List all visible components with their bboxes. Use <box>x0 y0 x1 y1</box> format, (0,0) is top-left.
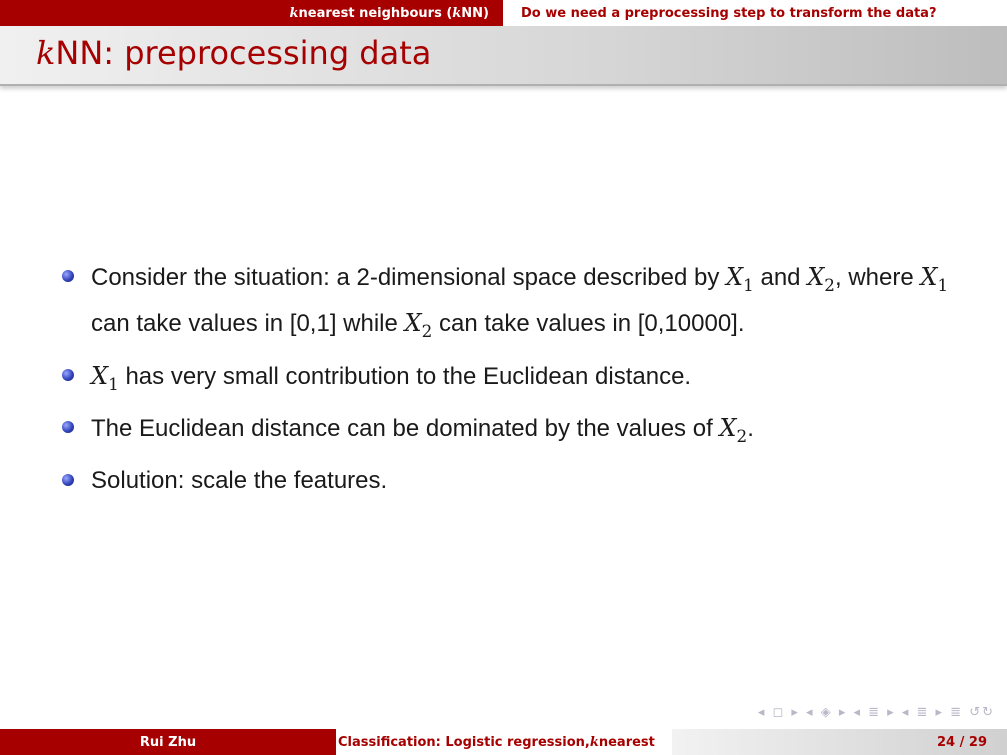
title-variable: k <box>36 34 56 72</box>
bullet-item: Solution: scale the features. <box>62 462 962 500</box>
bullet-text: can take values in [0,10000]. <box>432 309 745 337</box>
footer-author: Rui Zhu <box>0 729 336 755</box>
title-text: NN: preprocessing data <box>55 34 432 72</box>
bullet-text: The Euclidean distance can be dominated … <box>91 415 720 443</box>
bullet-text: Solution: scale the features. <box>91 467 388 495</box>
beamer-navigation-icons[interactable]: ◂ ◻ ▸ ◂ ◈ ▸ ◂ ≣ ▸ ◂ ≣ ▸ ≣ ↺↻ <box>758 705 995 720</box>
slide-content: Consider the situation: a 2-dimensional … <box>62 258 962 507</box>
bullet-text: , where <box>834 264 921 291</box>
math-variable: X1 <box>920 263 949 295</box>
bullet-text: Consider the situation: a 2-dimensional … <box>91 264 727 291</box>
section-variable: k <box>289 5 299 21</box>
bullet-icon <box>62 368 74 381</box>
bullet-icon <box>62 270 74 282</box>
page-number: 24 / 29 <box>672 729 1007 755</box>
bullet-text: can take values in [0,1] while <box>91 309 405 337</box>
bullet-item: X1 has very small contribution to the Eu… <box>62 357 962 403</box>
slide-title: kNN: preprocessing data <box>36 34 431 72</box>
bullet-text: . <box>747 415 754 443</box>
math-variable: X1 <box>91 361 119 394</box>
bullet-icon <box>62 474 74 487</box>
math-variable: X2 <box>719 414 748 447</box>
top-navigation-bar: k nearest neighbours (k NN) Do we need a … <box>0 0 1007 26</box>
section-variable-2: k <box>452 5 462 21</box>
footer-bar: Rui Zhu Classification: Logistic regress… <box>0 729 1007 755</box>
section-link[interactable]: k nearest neighbours (k NN) <box>0 0 503 26</box>
math-variable: X2 <box>807 263 835 295</box>
math-variable: X2 <box>404 308 433 341</box>
bullet-list: Consider the situation: a 2-dimensional … <box>62 258 962 500</box>
math-variable: X1 <box>726 263 754 295</box>
bullet-item: The Euclidean distance can be dominated … <box>62 409 962 455</box>
slide-title-bar: kNN: preprocessing data <box>0 26 1007 86</box>
bullet-text: and <box>753 264 808 291</box>
bullet-item: Consider the situation: a 2-dimensional … <box>62 258 962 350</box>
footer-title: Classification: Logistic regression, k n… <box>336 729 672 755</box>
section-label: nearest neighbours ( <box>298 5 453 21</box>
subsection-link[interactable]: Do we need a preprocessing step to trans… <box>503 0 1007 26</box>
bullet-text: has very small contribution to the Eucli… <box>118 362 692 390</box>
bullet-icon <box>62 421 74 434</box>
section-label-2: NN) <box>461 5 489 21</box>
